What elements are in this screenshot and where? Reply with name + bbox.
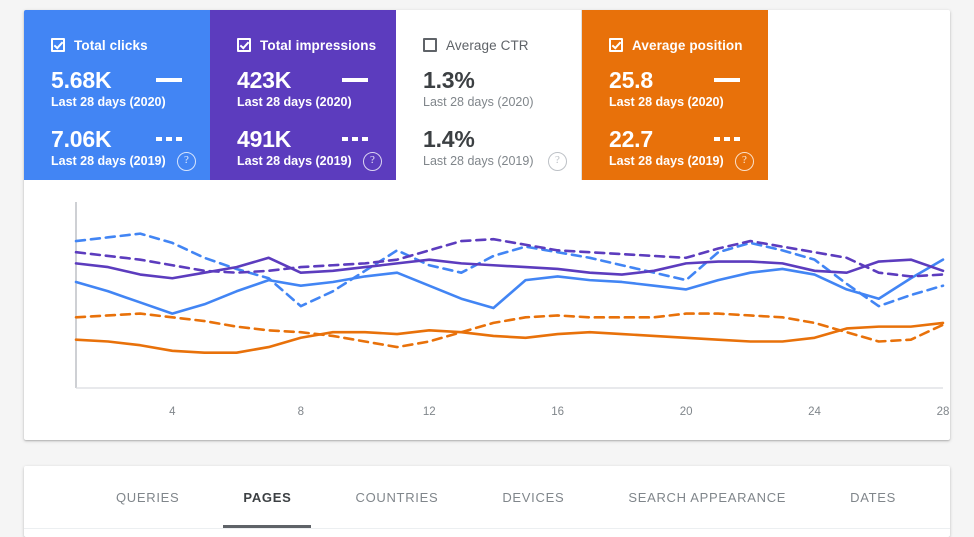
help-icon[interactable]: ?: [548, 152, 567, 171]
metric-card-average-position[interactable]: Average position 25.8 Last 28 days (2020…: [582, 10, 768, 180]
chart-series-line: [74, 258, 945, 315]
dotted-line-marker-icon: [156, 137, 182, 141]
metric-card-label: Average position: [632, 37, 743, 53]
dimension-tabs: QUERIES PAGES COUNTRIES DEVICES SEARCH A…: [24, 466, 950, 528]
performance-panel: Total clicks 5.68K Last 28 days (2020) 7…: [24, 10, 950, 440]
metric-card-total-impressions[interactable]: Total impressions 423K Last 28 days (202…: [210, 10, 396, 180]
help-icon[interactable]: ?: [177, 152, 196, 171]
metric-current: 1.3% Last 28 days (2020): [423, 67, 581, 111]
tab-dates[interactable]: DATES: [830, 466, 916, 528]
metric-value: 1.3%: [423, 67, 475, 93]
metric-card-header: Total clicks: [51, 36, 210, 54]
metric-period: Last 28 days (2020): [51, 95, 166, 109]
metric-current: 25.8 Last 28 days (2020): [609, 67, 768, 111]
x-axis-tick-label: 12: [423, 406, 436, 418]
tab-label: COUNTRIES: [355, 489, 439, 505]
metric-value: 491K: [237, 126, 292, 152]
metric-card-total-clicks[interactable]: Total clicks 5.68K Last 28 days (2020) 7…: [24, 10, 210, 180]
checkbox-icon[interactable]: [237, 38, 251, 52]
tab-devices[interactable]: DEVICES: [482, 466, 584, 528]
metric-value: 25.8: [609, 67, 653, 93]
metric-value: 7.06K: [51, 126, 112, 152]
chart-series-line: [74, 321, 945, 354]
metric-card-label: Total clicks: [74, 37, 148, 53]
tab-label: DEVICES: [502, 489, 565, 505]
x-axis-tick-label: 16: [551, 406, 564, 418]
metric-current: 423K Last 28 days (2020): [237, 67, 396, 111]
help-icon[interactable]: ?: [735, 152, 754, 171]
x-axis-tick-label: 28: [937, 406, 950, 418]
metric-value: 22.7: [609, 126, 653, 152]
tab-queries[interactable]: QUERIES: [96, 466, 199, 528]
metric-value: 5.68K: [51, 67, 112, 93]
solid-line-marker-icon: [342, 78, 368, 82]
checkbox-icon[interactable]: [609, 38, 623, 52]
tabs-divider: [24, 528, 950, 529]
metric-cards-row: Total clicks 5.68K Last 28 days (2020) 7…: [24, 10, 950, 180]
metric-card-header: Total impressions: [237, 36, 396, 54]
performance-chart-svg: 4 8 12 16 20 24 28: [74, 202, 950, 418]
tab-pages[interactable]: PAGES: [223, 466, 312, 528]
checkbox-icon[interactable]: [51, 38, 65, 52]
tab-label: PAGES: [243, 489, 292, 505]
performance-chart[interactable]: 4 8 12 16 20 24 28: [24, 180, 950, 440]
solid-line-marker-icon: [156, 78, 182, 82]
tab-countries[interactable]: COUNTRIES: [335, 466, 458, 528]
metric-card-header: Average position: [609, 36, 768, 54]
checkbox-icon[interactable]: [423, 38, 437, 52]
tab-search-appearance[interactable]: SEARCH APPEARANCE: [608, 466, 806, 528]
metric-value: 1.4%: [423, 126, 475, 152]
metric-period: Last 28 days (2020): [423, 95, 534, 109]
x-axis-tick-label: 8: [298, 406, 304, 418]
metric-card-label: Total impressions: [260, 37, 377, 53]
metric-period: Last 28 days (2020): [237, 95, 352, 109]
help-icon[interactable]: ?: [363, 152, 382, 171]
metric-period: Last 28 days (2020): [609, 95, 724, 109]
tab-label: SEARCH APPEARANCE: [628, 489, 787, 505]
x-axis-tick-label: 20: [680, 406, 693, 418]
metric-current: 5.68K Last 28 days (2020): [51, 67, 210, 111]
dotted-line-marker-icon: [342, 137, 368, 141]
dotted-line-marker-icon: [714, 137, 740, 141]
metric-card-header: Average CTR: [423, 36, 581, 54]
x-axis-tick-label: 4: [169, 406, 176, 418]
chart-series-line: [74, 312, 945, 349]
tab-label: QUERIES: [116, 489, 180, 505]
metric-card-average-ctr[interactable]: Average CTR 1.3% Last 28 days (2020) 1.4…: [396, 10, 582, 180]
x-axis-tick-label: 24: [808, 406, 821, 418]
metric-value: 423K: [237, 67, 292, 93]
dimension-tabs-panel: QUERIES PAGES COUNTRIES DEVICES SEARCH A…: [24, 466, 950, 537]
metric-card-label: Average CTR: [446, 37, 529, 53]
solid-line-marker-icon: [714, 78, 740, 82]
search-console-performance-page: Total clicks 5.68K Last 28 days (2020) 7…: [0, 0, 974, 537]
tab-label: DATES: [850, 489, 897, 505]
